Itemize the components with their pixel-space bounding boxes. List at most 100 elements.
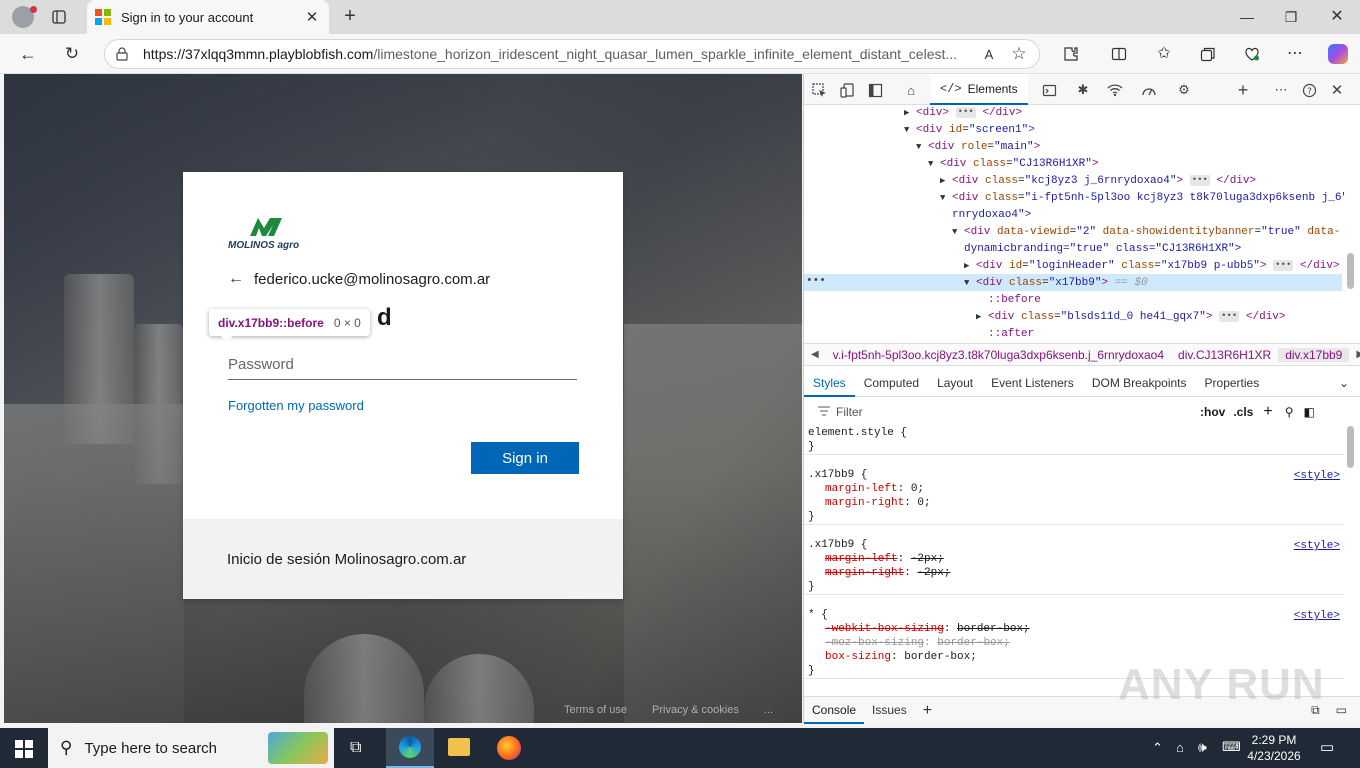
minimize-icon[interactable]: — (1238, 8, 1256, 26)
drawer-close-icon[interactable]: ▭ (1328, 697, 1360, 724)
css-property[interactable]: margin-right: -2px; (804, 566, 1344, 580)
cls-toggle[interactable]: .cls (1233, 405, 1253, 419)
expand-toggle-icon[interactable]: ▶ (976, 309, 988, 326)
device-emulation-icon[interactable] (838, 81, 856, 99)
refresh-icon[interactable]: ↻ (62, 44, 82, 64)
tray-keyboard-icon[interactable]: ⌨ (1222, 739, 1241, 755)
dock-side-icon[interactable] (866, 81, 884, 99)
dom-node-line[interactable]: rnrydoxao4"> (940, 207, 1031, 224)
forgot-password-link[interactable]: Forgotten my password (228, 398, 364, 413)
console-tab-icon[interactable] (1040, 81, 1058, 99)
settings-gear-icon[interactable]: ⚙ (1175, 81, 1193, 99)
notification-center-icon[interactable]: ▭ (1320, 738, 1334, 756)
dom-node-line[interactable]: ▼ <div class="CJ13R6H1XR"> (928, 156, 1098, 173)
taskbar-edge-app[interactable] (386, 728, 434, 768)
expand-toggle-icon[interactable]: ▼ (928, 156, 940, 173)
dom-node-line[interactable]: ▼ <div id="screen1"> (904, 122, 1035, 139)
css-selector[interactable]: .x17bb9 { (804, 538, 1344, 552)
breadcrumb-right-icon[interactable]: ▶ (1349, 349, 1360, 360)
dom-node-line[interactable]: ▶ <div class="blsds11d_0 he41_gqx7"> ••• … (976, 309, 1286, 326)
dom-node-line[interactable]: ::after (976, 326, 1034, 343)
breadcrumb-item[interactable]: div.CJ13R6H1XR (1171, 348, 1278, 362)
css-rule[interactable]: .x17bb9 {<style> margin-left: -2px; margin… (804, 538, 1344, 595)
styles-filter-input[interactable]: Filter (818, 405, 1198, 419)
drawer-tab-issues[interactable]: Issues (864, 697, 915, 724)
address-bar[interactable]: https://37xlqq3mmn.playblobfish.com/lime… (104, 39, 1040, 69)
css-selector[interactable]: .x17bb9 { (804, 468, 1344, 482)
styles-scrollbar[interactable] (1344, 426, 1358, 690)
expand-toggle-icon[interactable]: ▼ (916, 139, 928, 156)
tray-volume-icon[interactable]: 🕪 (1198, 739, 1207, 756)
tab-actions-icon[interactable] (50, 8, 68, 26)
dom-node-line[interactable]: ▶ <div> ••• </div> (904, 105, 1022, 122)
computed-sidebar-icon[interactable]: ◧ (1304, 405, 1315, 419)
file-explorer-icon[interactable] (448, 738, 470, 756)
dom-node-line[interactable]: ▼ <div role="main"> (916, 139, 1040, 156)
password-input[interactable] (228, 350, 577, 380)
network-wifi-icon[interactable] (1106, 81, 1124, 99)
drawer-add-tab-icon[interactable]: + (915, 697, 940, 724)
expand-toggle-icon[interactable]: ▼ (940, 190, 952, 207)
dom-node-line[interactable]: ▶ <div id="loginHeader" class="x17bb9 p-u… (964, 258, 1340, 275)
dom-node-line[interactable]: dynamicbranding="true" class="CJ13R6H1XR… (952, 241, 1241, 258)
dom-node-line[interactable]: ▼ <div class="x17bb9"> == $0 (964, 275, 1148, 292)
expand-toggle-icon[interactable]: ▶ (940, 173, 952, 190)
firefox-icon[interactable] (497, 736, 521, 760)
browser-essentials-icon[interactable] (1243, 45, 1261, 63)
dom-node-line[interactable]: ▶ <div class="kcj8yz3 j_6rnrydoxao4"> •••… (940, 173, 1256, 190)
collections-icon[interactable] (1199, 45, 1217, 63)
task-view-icon[interactable]: ⧉ (350, 739, 361, 757)
css-property[interactable]: -webkit-box-sizing: border-box; (804, 622, 1344, 636)
css-property[interactable]: margin-left: -2px; (804, 552, 1344, 566)
privacy-link[interactable]: Privacy & cookies (652, 704, 739, 716)
tab-styles[interactable]: Styles (804, 370, 855, 397)
extensions-icon[interactable] (1062, 45, 1080, 63)
taskbar-search-box[interactable]: ⚲ Type here to search (48, 728, 334, 768)
devtools-more-icon[interactable]: ⋯ (1272, 81, 1290, 99)
back-arrow-icon[interactable]: ← (228, 270, 244, 288)
tab-elements[interactable]: </> Elements (930, 74, 1028, 105)
performance-icon[interactable] (1140, 81, 1158, 99)
back-icon[interactable]: ← (18, 44, 38, 64)
expand-toggle-icon[interactable]: ▶ (904, 105, 916, 122)
css-source-link[interactable]: <style> (1294, 540, 1340, 552)
close-window-icon[interactable]: ✕ (1328, 7, 1346, 25)
expand-toggle-icon[interactable]: ▼ (952, 224, 964, 241)
dom-scrollbar[interactable] (1344, 105, 1358, 343)
restore-icon[interactable]: ❐ (1282, 8, 1300, 26)
favorite-star-icon[interactable]: ☆ (1009, 44, 1029, 64)
css-property[interactable]: margin-right: 0; (804, 496, 1344, 510)
css-selector[interactable]: * { (804, 608, 1344, 622)
dom-node-line[interactable]: ▼ <div data-viewid="2" data-showidentityb… (952, 224, 1340, 241)
css-rule[interactable]: element.style {} (804, 426, 1344, 455)
tab-computed[interactable]: Computed (855, 370, 928, 397)
css-property[interactable]: -moz-box-sizing: border-box; (804, 636, 1344, 650)
more-tools-plus-icon[interactable]: + (1234, 80, 1252, 100)
breadcrumb-item-current[interactable]: div.x17bb9 (1278, 347, 1350, 362)
sources-bug-icon[interactable]: ✱ (1074, 81, 1092, 99)
favorites-icon[interactable]: ✩ (1155, 44, 1173, 62)
terms-link[interactable]: Terms of use (564, 704, 627, 716)
close-devtools-icon[interactable]: ✕ (1328, 81, 1346, 99)
browser-tab-active[interactable]: Sign in to your account ✕ (87, 0, 329, 34)
help-icon[interactable]: ? (1300, 81, 1318, 99)
tab-layout[interactable]: Layout (928, 370, 982, 397)
copilot-icon[interactable] (1328, 44, 1348, 64)
expand-toggle-icon[interactable]: ▶ (964, 258, 976, 275)
subtabs-chevron-icon[interactable]: ⌄ (1330, 370, 1360, 397)
dom-row-menu-icon[interactable]: ••• (806, 275, 826, 287)
inspect-element-icon[interactable] (810, 81, 828, 99)
dom-tree[interactable]: ▶ <div> ••• </div> ▼ <div id="screen1"> ▼ <di… (804, 105, 1344, 343)
css-source-link[interactable]: <style> (1294, 470, 1340, 482)
new-rule-plus-icon[interactable]: + (1263, 403, 1272, 421)
dom-node-line[interactable]: ::before (976, 292, 1041, 309)
hov-toggle[interactable]: :hov (1200, 405, 1225, 419)
tray-chevron-icon[interactable]: ⌃ (1152, 740, 1163, 756)
more-menu-icon[interactable]: ⋯ (1286, 44, 1304, 62)
expand-toggle-icon[interactable]: ▼ (904, 122, 916, 139)
tab-properties[interactable]: Properties (1196, 370, 1269, 397)
breadcrumb-left-icon[interactable]: ◀ (804, 349, 826, 360)
css-selector[interactable]: element.style { (804, 426, 1344, 440)
footer-more-link[interactable]: ... (764, 704, 773, 716)
taskbar-clock[interactable]: 2:29 PM 4/23/2026 (1244, 732, 1304, 764)
